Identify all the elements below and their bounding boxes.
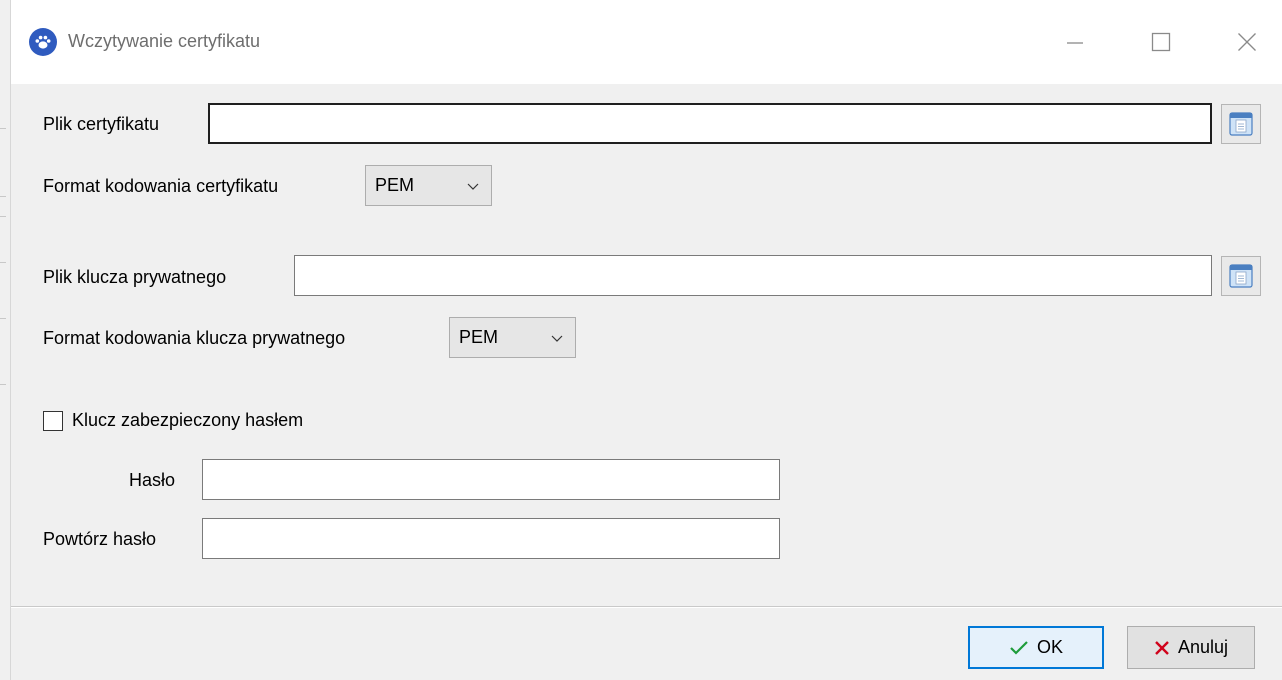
cert-format-label: Format kodowania certyfikatu xyxy=(43,176,279,196)
cert-format-select[interactable]: PEM xyxy=(365,165,492,206)
background-window-edge xyxy=(0,0,10,680)
key-file-browse-button[interactable] xyxy=(1221,256,1261,296)
file-browse-icon xyxy=(1229,264,1253,288)
cert-file-browse-button[interactable] xyxy=(1221,104,1261,144)
password-label: Hasło xyxy=(129,470,176,490)
close-icon xyxy=(1238,33,1256,51)
password-input[interactable] xyxy=(202,459,780,500)
checkmark-icon xyxy=(1009,640,1029,656)
password-protected-checkbox[interactable] xyxy=(43,410,63,431)
key-format-label: Format kodowania klucza prywatnego xyxy=(43,328,346,348)
file-browse-icon xyxy=(1229,112,1253,136)
paw-icon xyxy=(29,28,57,56)
window-title: Wczytywanie certyfikatu xyxy=(68,31,261,51)
password-repeat-input[interactable] xyxy=(202,518,780,559)
x-icon xyxy=(1154,640,1170,656)
title-bar[interactable]: Wczytywanie certyfikatu xyxy=(11,0,1282,84)
ok-label: OK xyxy=(1036,637,1063,657)
key-file-input[interactable] xyxy=(294,255,1212,296)
footer-separator xyxy=(11,606,1282,608)
password-protected-label: Klucz zabezpieczony hasłem xyxy=(72,410,304,430)
certificate-dialog: Wczytywanie certyfikatu Plik certyfikatu xyxy=(10,0,1282,680)
key-format-select[interactable]: PEM xyxy=(449,317,576,358)
close-button[interactable] xyxy=(1219,14,1275,70)
dialog-content: Plik certyfikatu Format kodowania certyf… xyxy=(11,84,1282,680)
maximize-icon xyxy=(1151,32,1171,52)
key-format-value: PEM xyxy=(459,327,499,347)
cancel-button[interactable]: Anuluj xyxy=(1127,626,1255,669)
cancel-label: Anuluj xyxy=(1177,637,1229,657)
maximize-button[interactable] xyxy=(1133,14,1189,70)
minimize-button[interactable] xyxy=(1047,14,1103,70)
minimize-icon xyxy=(1067,42,1083,44)
chevron-down-icon xyxy=(467,183,479,190)
chevron-down-icon xyxy=(551,335,563,342)
cert-file-input[interactable] xyxy=(208,103,1212,144)
password-repeat-label: Powtórz hasło xyxy=(43,529,157,549)
password-protected-toggle[interactable]: Klucz zabezpieczony hasłem xyxy=(43,410,303,431)
cert-file-label: Plik certyfikatu xyxy=(43,114,160,134)
cert-format-value: PEM xyxy=(375,175,415,195)
key-file-label: Plik klucza prywatnego xyxy=(43,267,227,287)
ok-button[interactable]: OK xyxy=(968,626,1104,669)
